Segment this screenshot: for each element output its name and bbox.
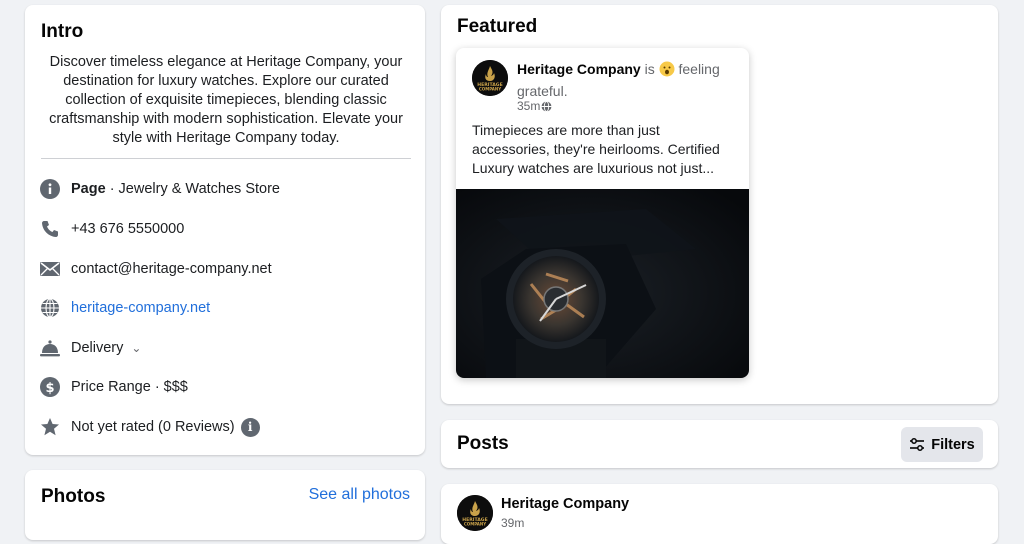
post-is-text: is	[640, 61, 659, 77]
logo-text-bottom: COMPANY	[479, 87, 501, 92]
post-author[interactable]: Heritage Company	[517, 61, 641, 77]
post-author[interactable]: Heritage Company	[501, 496, 629, 512]
intro-row-price: $ Price Range · $$$	[39, 376, 188, 398]
sliders-icon	[909, 437, 925, 452]
intro-bio: Discover timeless elegance at Heritage C…	[49, 54, 403, 146]
svg-text:$: $	[45, 381, 54, 396]
star-icon	[39, 416, 61, 438]
intro-title: Intro	[41, 21, 84, 42]
filters-label: Filters	[931, 436, 975, 453]
dollar-icon: $	[39, 376, 61, 398]
intro-row-website: heritage-company.net	[39, 297, 210, 319]
phone-icon	[39, 218, 61, 240]
featured-post-text: Timepieces are more than just accessorie…	[472, 122, 720, 176]
intro-row-rating: Not yet rated (0 Reviews) i	[39, 416, 260, 438]
envelope-icon	[39, 258, 61, 280]
posts-title: Posts	[457, 433, 509, 454]
watch-photo[interactable]	[456, 189, 749, 378]
featured-post-time[interactable]: 35m	[517, 99, 552, 113]
globe-icon	[541, 100, 552, 112]
rating-text: Not yet rated (0 Reviews)	[71, 419, 235, 435]
delivery-label: Delivery	[71, 340, 124, 356]
chevron-down-icon[interactable]: ⌄	[131, 341, 141, 355]
logo-text-bottom: COMPANY	[464, 522, 486, 527]
phone-number: +43 676 5550000	[71, 221, 185, 237]
intro-row-page: Page · Jewelry & Watches Store	[39, 178, 280, 200]
price-range: Price Range · $$$	[71, 379, 188, 395]
email-address: contact@heritage-company.net	[71, 261, 272, 277]
globe-icon	[39, 297, 61, 319]
featured-title: Featured	[457, 16, 538, 37]
posts-card: Posts Filters	[441, 420, 998, 468]
intro-row-email: contact@heritage-company.net	[39, 258, 272, 280]
service-bell-icon	[39, 337, 61, 359]
post-card: HERITAGE COMPANY Heritage Company 39m	[441, 484, 998, 544]
page-label: Page	[71, 181, 106, 197]
featured-post[interactable]: HERITAGE COMPANY Heritage Company is fee…	[456, 48, 749, 378]
website-link[interactable]: heritage-company.net	[71, 300, 210, 316]
page-category: · Jewelry & Watches Store	[105, 181, 280, 197]
intro-row-phone: +43 676 5550000	[39, 218, 184, 240]
post-timestamp[interactable]: 39m	[501, 516, 524, 530]
see-all-photos-link[interactable]: See all photos	[309, 486, 410, 504]
grateful-emoji-icon	[659, 61, 675, 82]
photos-title: Photos	[41, 486, 106, 507]
post-timestamp: 35m	[517, 99, 541, 113]
avatar[interactable]: HERITAGE COMPANY	[472, 60, 508, 96]
intro-divider	[41, 158, 411, 159]
info-icon	[39, 178, 61, 200]
filters-button[interactable]: Filters	[901, 427, 983, 462]
featured-post-header: Heritage Company is feeling grateful.	[517, 60, 737, 101]
avatar[interactable]: HERITAGE COMPANY	[457, 495, 493, 531]
intro-row-delivery[interactable]: Delivery ⌄	[39, 337, 141, 359]
featured-card: Featured HERITAGE COMPANY Heritage Compa…	[441, 5, 998, 404]
photos-card: Photos See all photos	[25, 470, 425, 540]
intro-card: Intro Discover timeless elegance at Heri…	[25, 5, 425, 455]
rating-info-icon[interactable]: i	[240, 417, 260, 437]
